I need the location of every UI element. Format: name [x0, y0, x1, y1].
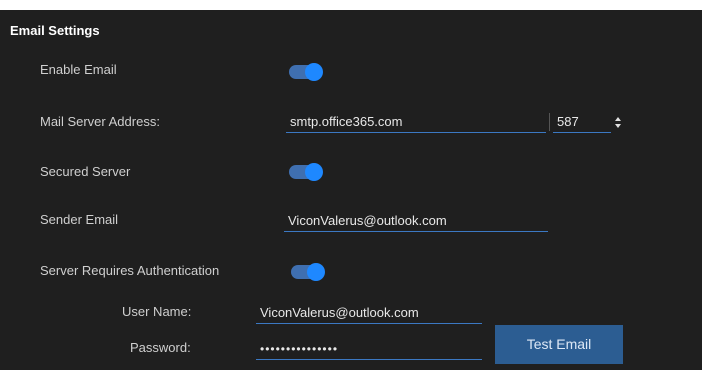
password-input[interactable]: ••••••••••••••• [256, 338, 482, 360]
section-title: Email Settings [10, 23, 100, 38]
toggle-knob [305, 163, 323, 181]
stepper-up-icon[interactable] [615, 117, 621, 121]
password-label: Password: [130, 340, 191, 355]
field-divider [549, 113, 550, 131]
secured-server-label: Secured Server [40, 164, 131, 179]
stepper-down-icon[interactable] [615, 124, 621, 128]
sender-email-label: Sender Email [40, 212, 119, 227]
server-auth-label: Server Requires Authentication [40, 263, 220, 278]
enable-email-toggle[interactable] [289, 63, 323, 81]
mail-server-input[interactable]: smtp.office365.com [286, 111, 546, 133]
toggle-knob [305, 63, 323, 81]
user-name-input[interactable]: ViconValerus@outlook.com [256, 302, 482, 324]
test-email-button[interactable]: Test Email [495, 325, 623, 364]
user-name-label: User Name: [122, 304, 192, 319]
email-settings-panel: Email Settings Enable Email Mail Server … [0, 10, 702, 370]
secured-server-toggle[interactable] [289, 163, 323, 181]
mail-server-label: Mail Server Address: [40, 114, 160, 129]
enable-email-label: Enable Email [40, 62, 117, 77]
port-input[interactable]: 587 [553, 111, 611, 133]
toggle-knob [307, 263, 325, 281]
sender-email-input[interactable]: ViconValerus@outlook.com [284, 210, 548, 232]
server-auth-toggle[interactable] [291, 263, 325, 281]
port-stepper[interactable] [614, 111, 624, 133]
